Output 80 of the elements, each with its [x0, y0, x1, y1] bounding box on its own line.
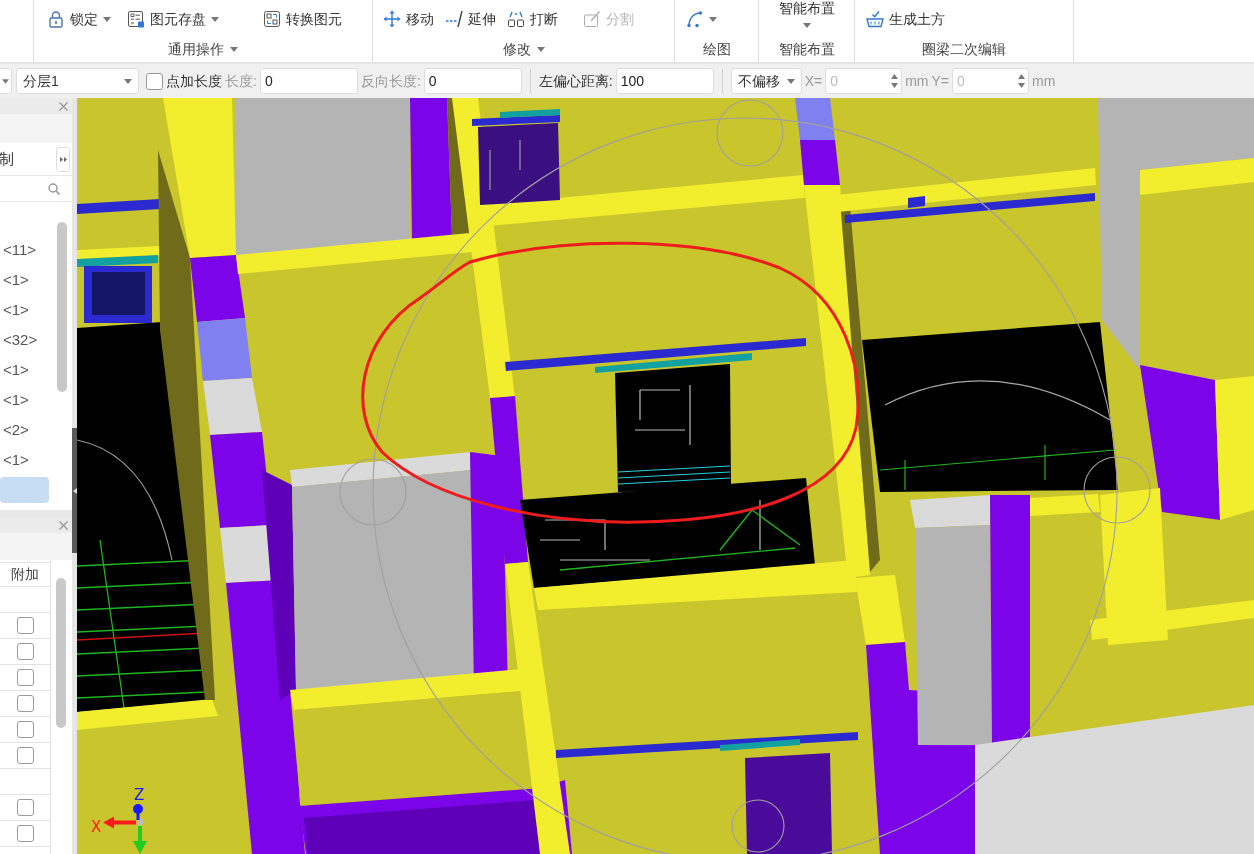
- checkbox[interactable]: [16, 643, 34, 660]
- checkbox[interactable]: [16, 669, 34, 686]
- toolbar-button[interactable]: 转换图元: [260, 8, 345, 30]
- checkbox[interactable]: [16, 617, 34, 634]
- checkbox[interactable]: [146, 72, 163, 90]
- list-item[interactable]: <1>: [0, 355, 56, 385]
- caret-icon: [802, 23, 811, 28]
- document-save-icon: [127, 10, 145, 28]
- basket-check-icon: [866, 10, 884, 28]
- toolbar-button[interactable]: 锁定: [44, 8, 114, 30]
- number-input[interactable]: 0: [423, 68, 522, 94]
- toolbar-button[interactable]: 打断: [504, 8, 561, 30]
- dropdown[interactable]: [0, 68, 12, 94]
- close-icon[interactable]: [59, 521, 68, 530]
- axis-label: Z: [134, 786, 145, 804]
- field-label: mm: [905, 71, 929, 91]
- move-icon: [383, 10, 401, 28]
- axis-label: X: [91, 818, 102, 836]
- lock-icon: [47, 10, 65, 28]
- checkbox[interactable]: [16, 747, 34, 764]
- splitter-handle[interactable]: [72, 428, 77, 553]
- field-label: Y=: [931, 71, 950, 91]
- panel-title: 制: [0, 148, 14, 169]
- list-item[interactable]: <2>: [0, 415, 56, 445]
- toolbar-button[interactable]: 图元存盘: [124, 8, 222, 30]
- caret-icon: [2, 78, 9, 84]
- list-item[interactable]: <1>: [0, 295, 56, 325]
- axis-origin-icon: [137, 819, 143, 825]
- list-item[interactable]: <1>: [0, 445, 56, 475]
- caret-icon: [709, 16, 717, 22]
- field-label: 长度:: [225, 71, 257, 91]
- scrollbar[interactable]: [57, 222, 67, 392]
- list-item[interactable]: <32>: [0, 325, 56, 355]
- field-label: X=: [804, 71, 823, 91]
- caret-icon: [536, 46, 545, 52]
- expand-button[interactable]: [56, 146, 70, 172]
- number-input[interactable]: 100: [615, 68, 714, 94]
- lintel-strip: [500, 109, 560, 118]
- list-item[interactable]: <1>: [0, 385, 56, 415]
- double-arrow-icon: [59, 156, 67, 162]
- toolbar-button[interactable]: 移动: [380, 8, 437, 30]
- group-menu-button[interactable]: 修改: [500, 38, 547, 60]
- orbit-ring[interactable]: [339, 99, 1151, 854]
- checkbox-label[interactable]: 点加长度: [166, 70, 222, 92]
- list-item[interactable]: <11>: [0, 235, 56, 265]
- scrollbar[interactable]: [56, 578, 66, 728]
- arc-icon: [686, 10, 704, 28]
- checkbox[interactable]: [16, 825, 34, 842]
- caret-icon: [230, 46, 238, 52]
- checkbox[interactable]: [16, 721, 34, 738]
- break-icon: [507, 10, 525, 28]
- caret-icon: [786, 78, 795, 84]
- dropdown[interactable]: 分层1: [16, 68, 139, 94]
- field-label: mm: [1032, 71, 1056, 91]
- list-item[interactable]: <1>: [0, 265, 56, 295]
- checkbox[interactable]: [16, 695, 34, 712]
- wall-notch: [908, 196, 925, 208]
- split-icon: [583, 10, 601, 28]
- window-opening: [84, 266, 152, 323]
- dropdown[interactable]: 不偏移: [730, 68, 802, 94]
- search-icon: [48, 182, 60, 195]
- column-header: 附加: [0, 562, 50, 587]
- caret-icon: [124, 78, 132, 84]
- toolbar-button[interactable]: 延伸: [442, 8, 499, 30]
- convert-icon: [263, 10, 281, 28]
- checkbox[interactable]: [16, 799, 34, 816]
- extend-icon: [445, 10, 463, 28]
- group-label: 绘图: [701, 39, 732, 59]
- close-icon[interactable]: [59, 101, 68, 111]
- field-label: 左偏心距离:: [538, 71, 613, 91]
- group-label: 圈梁二次编辑: [921, 39, 1007, 59]
- toolbar-button[interactable]: 智能布置: [776, 1, 837, 28]
- toolbar-button[interactable]: 生成土方: [863, 8, 948, 30]
- caret-icon: [103, 16, 111, 22]
- group-label: 智能布置: [777, 39, 836, 59]
- number-input[interactable]: 0: [259, 68, 358, 94]
- group-menu-button[interactable]: 通用操作: [166, 38, 240, 60]
- field-label: 反向长度:: [360, 71, 421, 91]
- caret-icon: [211, 16, 219, 22]
- collapse-arrow-icon: [72, 487, 77, 494]
